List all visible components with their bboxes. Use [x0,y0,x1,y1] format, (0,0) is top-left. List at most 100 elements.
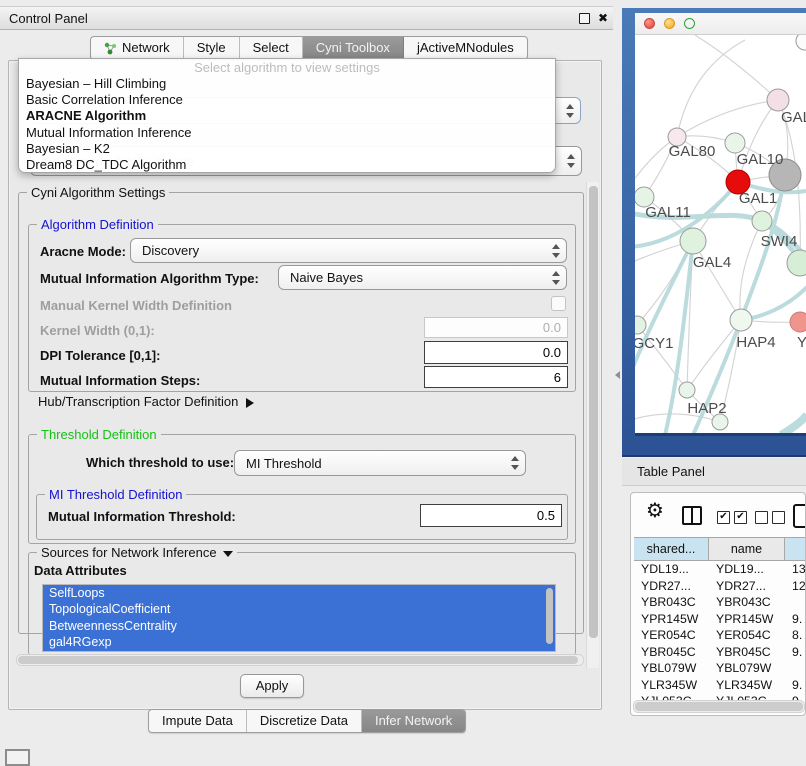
zoom-traffic-button[interactable] [684,18,695,29]
dropdown-item[interactable]: Mutual Information Inference [19,125,555,141]
control-panel-title: Control Panel [9,11,88,26]
which-threshold-label: Which threshold to use: [86,456,234,470]
control-panel-titlebar: Control Panel [0,6,613,30]
network-node-label: HAP4 [736,334,775,351]
mi-type-value: Naive Bayes [290,270,363,285]
table-row[interactable]: YBR045CYBR045C9. [634,644,806,661]
list-scrollbar[interactable] [546,588,553,644]
attribute-item-selected[interactable]: gal4RGexp [43,634,555,650]
mi-type-label: Mutual Information Algorithm Type: [40,272,259,286]
table-row[interactable]: YLR345WYLR345W9. [634,677,806,694]
stepper-icon [511,456,519,470]
dropdown-item[interactable]: Bayesian – K2 [19,141,555,157]
close-icon[interactable]: ✖ [598,8,608,28]
control-panel-tabbar: Network Style Select Cyni Toolbox jActiv… [90,36,528,60]
select-all-icon[interactable]: ✔ ✔ [717,511,747,524]
network-node[interactable] [790,312,806,332]
column-header-name[interactable]: name [709,538,785,560]
threshold-definition-title: Threshold Definition [37,427,161,442]
dropdown-item[interactable]: Bayesian – Hill Climbing [19,76,555,92]
dropdown-placeholder: Select algorithm to view settings [19,60,555,76]
column-header-partial[interactable] [785,538,806,560]
hub-definition-disclosure[interactable]: Hub/Transcription Factor Definition [38,395,254,409]
network-node[interactable] [787,250,806,276]
dpi-tolerance-input[interactable]: 0.0 [424,341,568,364]
split-columns-icon[interactable] [682,506,702,525]
table-horizontal-scrollbar[interactable] [633,700,805,713]
network-node-label: GAL1 [739,190,777,207]
table-header-row: shared... name [634,537,806,561]
tab-style[interactable]: Style [184,37,240,59]
network-node[interactable] [680,228,706,254]
splitter-collapse-icon[interactable] [615,371,620,379]
column-header-sharedname[interactable]: shared... [634,538,709,560]
which-threshold-combo[interactable]: MI Threshold [234,450,526,476]
float-window-icon[interactable] [579,13,590,24]
tab-network[interactable]: Network [91,37,184,59]
stepper-icon [566,104,574,118]
apply-button[interactable]: Apply [240,674,304,698]
deselect-all-icon[interactable] [755,511,785,524]
network-node[interactable] [635,316,646,334]
bottom-corner-widget [5,749,30,766]
settings-scroll-area: Cyni Algorithm Settings Algorithm Defini… [14,182,598,668]
dropdown-item[interactable]: Basic Correlation Inference [19,92,555,108]
table-row[interactable]: YDR27...YDR27...12 [634,578,806,595]
table-row[interactable]: YER054CYER054C8. [634,627,806,644]
kernel-width-input[interactable]: 0.0 [424,317,568,338]
network-node[interactable] [796,35,806,50]
network-node-label: GAL80 [669,143,716,160]
mi-steps-label: Mutual Information Steps: [40,374,200,388]
network-node[interactable] [730,309,752,331]
network-node[interactable] [679,382,695,398]
kernel-width-label: Kernel Width (0,1): [40,324,155,338]
table-panel-body: ⚙ ✔ ✔ shared... name YDL19...YDL19...13 … [630,492,806,716]
aracne-mode-label: Aracne Mode: [40,245,126,259]
attribute-item-selected[interactable]: TopologicalCoefficient [43,601,555,617]
expand-right-icon [246,398,254,408]
network-node-label: GAL11 [645,204,691,221]
network-node[interactable] [767,89,789,111]
table-row[interactable]: YBR043CYBR043C [634,594,806,611]
tab-infer-network[interactable]: Infer Network [362,710,465,732]
network-node-label: Y [797,334,806,351]
network-window-titlebar [635,13,806,35]
aracne-mode-value: Discovery [142,243,199,258]
mi-steps-input[interactable]: 6 [424,366,568,388]
stepper-icon [567,154,575,168]
tab-select[interactable]: Select [240,37,303,59]
mi-threshold-label: Mutual Information Threshold: [48,510,236,524]
vertical-scrollbar-thumb[interactable] [589,186,598,638]
network-view-window: GAL GAL80 GAL10 GAL1 GAL11 GAL4 SWI4 GCY… [622,8,806,457]
table-row[interactable]: YPR145WYPR145W9. [634,611,806,628]
network-icon [104,42,117,55]
mi-threshold-input[interactable]: 0.5 [420,504,562,527]
tab-cyni-toolbox[interactable]: Cyni Toolbox [303,37,404,59]
dpi-tolerance-label: DPI Tolerance [0,1]: [40,349,160,363]
network-node-label: GAL4 [693,254,731,271]
aracne-mode-combo[interactable]: Discovery [130,238,567,263]
network-canvas[interactable]: GAL GAL80 GAL10 GAL1 GAL11 GAL4 SWI4 GCY… [635,35,806,433]
table-panel-titlebar: Table Panel [622,458,806,486]
attribute-item-selected[interactable]: SelfLoops [43,585,555,601]
network-node-label: GAL [781,109,806,126]
table-row[interactable]: YDL19...YDL19...13 [634,561,806,578]
close-traffic-button[interactable] [644,18,655,29]
table-row[interactable]: YBL079WYBL079W [634,660,806,677]
tab-impute-data[interactable]: Impute Data [149,710,247,732]
minimize-traffic-button[interactable] [664,18,675,29]
horizontal-scrollbar[interactable] [16,654,584,666]
network-node[interactable] [725,133,745,153]
settings-gear-icon[interactable]: ⚙ [646,498,664,524]
vertical-scrollbar[interactable] [586,182,599,668]
attribute-item-selected[interactable]: BetweennessCentrality [43,618,555,634]
dropdown-item-selected[interactable]: ARACNE Algorithm [19,108,555,124]
tab-discretize-data[interactable]: Discretize Data [247,710,362,732]
sources-group-title[interactable]: Sources for Network Inference [37,545,237,560]
mi-type-combo[interactable]: Naive Bayes [278,265,567,290]
dropdown-item[interactable]: Dream8 DC_TDC Algorithm [19,157,555,173]
network-node[interactable] [752,211,772,231]
manual-kernel-checkbox[interactable] [551,296,566,311]
tab-jactivemnodules[interactable]: jActiveMNodules [404,37,527,59]
function-icon[interactable] [793,504,806,528]
